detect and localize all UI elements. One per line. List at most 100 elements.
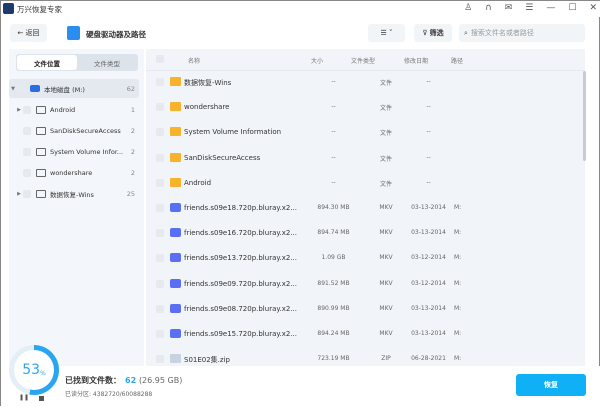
file-name: 数据恢复-Wins	[184, 79, 232, 87]
file-path: M:	[454, 330, 462, 337]
tree-item[interactable]: ▶ 数据恢复-Wins 25	[9, 184, 139, 203]
folder-icon	[170, 77, 181, 86]
disk-icon	[30, 85, 40, 92]
table-row[interactable]: 数据恢复-Wins -- 文件 --	[146, 70, 576, 95]
file-name: friends.s09e16.720p.bluray.x2...	[184, 229, 298, 238]
tree-item[interactable]: System Volume Infor... 2	[9, 142, 139, 161]
row-checkbox[interactable]	[156, 355, 164, 364]
select-all-checkbox[interactable]	[156, 55, 164, 63]
minimize-icon[interactable]: —	[546, 3, 555, 13]
search-input[interactable]: ⌕ 搜索文件名或者路径	[459, 24, 585, 42]
file-size: --	[331, 153, 336, 161]
checkbox[interactable]	[23, 168, 31, 177]
file-type: MKV	[379, 330, 393, 337]
mail-icon[interactable]: ✉	[505, 3, 513, 13]
title-bar: 万兴恢复专家 ♙ ∩ ✉ ☰ — ☐ ✕	[1, 1, 600, 17]
menu-icon[interactable]: ☰	[525, 3, 533, 13]
folder-icon	[170, 127, 181, 137]
file-type: ZIP	[381, 355, 391, 363]
file-name: friends.s09e15.720p.bluray.x2...	[184, 330, 298, 338]
row-checkbox[interactable]	[156, 204, 164, 212]
tab-file-location[interactable]: 文件位置	[17, 55, 77, 70]
checkbox[interactable]	[17, 84, 25, 93]
table-row[interactable]: wondershare -- 文件 --	[146, 95, 576, 120]
folder-icon	[170, 152, 181, 162]
folder-icon	[36, 147, 46, 156]
col-date[interactable]: 修改日期	[404, 56, 428, 65]
col-size[interactable]: 大小	[311, 56, 323, 65]
tree-label: Android	[50, 105, 76, 114]
folder-icon	[36, 126, 46, 135]
checkbox[interactable]	[23, 189, 31, 198]
back-button[interactable]: ← 返回	[10, 24, 47, 42]
table-row[interactable]: friends.s09e08.720p.bluray.x2... 890.99 M…	[146, 297, 576, 322]
video-icon	[170, 228, 181, 238]
row-checkbox[interactable]	[156, 304, 164, 313]
tree-item[interactable]: ▼ 本地磁盘 (M:) 62	[9, 79, 139, 98]
tree-count: 2	[130, 126, 135, 135]
row-checkbox[interactable]	[156, 78, 164, 86]
file-path: M:	[454, 304, 462, 312]
row-checkbox[interactable]	[156, 330, 164, 338]
stop-icon[interactable]	[39, 396, 44, 401]
table-row[interactable]: friends.s09e09.720p.bluray.x2... 891.52 M…	[146, 272, 576, 297]
close-icon[interactable]: ✕	[589, 3, 597, 13]
file-size: 890.99 MB	[317, 304, 350, 312]
tree-label: SanDiskSecureAccess	[50, 126, 121, 135]
search-icon: ⌕	[464, 28, 468, 37]
table-row[interactable]: System Volume Information -- 文件 --	[146, 120, 576, 145]
table-row[interactable]: S01E02集.zip 723.19 MB ZIP 06-28-2021 M:	[146, 347, 576, 366]
checkbox[interactable]	[23, 105, 31, 114]
pause-icon[interactable]: ❚❚	[19, 394, 29, 401]
video-icon	[170, 203, 181, 212]
col-path[interactable]: 路径	[451, 56, 463, 65]
table-row[interactable]: SanDiskSecureAccess -- 文件 --	[146, 146, 576, 171]
filter-button[interactable]: ⊽ 筛选	[414, 24, 452, 42]
recover-button[interactable]: 恢复	[516, 374, 586, 396]
file-date: 03-12-2014	[411, 254, 446, 262]
file-path: M:	[454, 229, 462, 237]
tree-item[interactable]: ▶ Android 1	[9, 100, 139, 119]
expand-arrow-icon[interactable]: ▶	[15, 107, 23, 113]
expand-arrow-icon[interactable]: ▼	[9, 86, 17, 92]
file-date: 03-13-2014	[411, 229, 446, 237]
file-size: --	[331, 128, 336, 136]
table-row[interactable]: friends.s09e18.720p.bluray.x2... 894.30 M…	[146, 196, 576, 221]
col-type[interactable]: 文件类型	[351, 56, 375, 65]
scrollbar[interactable]	[583, 71, 586, 161]
tree-label: 数据恢复-Wins	[50, 190, 94, 199]
file-type: 文件	[379, 155, 392, 163]
arrow-left-icon: ←	[17, 29, 26, 37]
file-name: S01E02集.zip	[184, 356, 230, 365]
checkbox[interactable]	[23, 147, 31, 156]
row-checkbox[interactable]	[156, 128, 164, 137]
tree-item[interactable]: SanDiskSecureAccess 2	[9, 121, 139, 140]
row-checkbox[interactable]	[156, 103, 164, 112]
expand-arrow-icon[interactable]: ▶	[15, 191, 23, 197]
row-checkbox[interactable]	[156, 254, 164, 263]
row-checkbox[interactable]	[156, 229, 164, 238]
headset-icon[interactable]: ∩	[485, 3, 492, 13]
tab-file-type[interactable]: 文件类型	[77, 55, 137, 70]
filter-icon: ⊽	[422, 29, 430, 37]
view-mode-button[interactable]: ☰ ˅	[368, 24, 405, 42]
file-size: --	[331, 178, 336, 186]
table-row[interactable]: Android -- 文件 --	[146, 171, 576, 196]
row-checkbox[interactable]	[156, 279, 164, 288]
file-type: 文件	[379, 105, 392, 113]
row-checkbox[interactable]	[156, 153, 164, 162]
maximize-icon[interactable]: ☐	[568, 3, 576, 13]
file-size: 894.74 MB	[317, 229, 350, 237]
checkbox[interactable]	[23, 126, 31, 135]
col-name[interactable]: 名称	[188, 56, 200, 65]
table-row[interactable]: friends.s09e16.720p.bluray.x2... 894.74 M…	[146, 221, 576, 246]
file-date: 03-13-2014	[411, 304, 446, 312]
table-row[interactable]: friends.s09e13.720p.bluray.x2... 1.09 GB M…	[146, 246, 576, 271]
row-checkbox[interactable]	[156, 178, 164, 187]
file-date: --	[426, 103, 431, 111]
tree-item[interactable]: wondershare 2	[9, 163, 139, 182]
file-date: 03-13-2014	[411, 330, 446, 337]
drive-icon	[67, 26, 80, 40]
table-row[interactable]: friends.s09e15.720p.bluray.x2... 894.24 M…	[146, 322, 576, 347]
user-icon[interactable]: ♙	[464, 3, 472, 13]
